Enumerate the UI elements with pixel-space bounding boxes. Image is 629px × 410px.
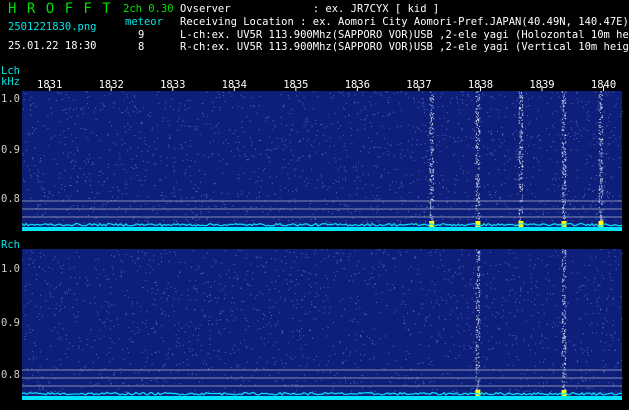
- x-tick-label-0: 1831: [37, 79, 62, 91]
- x-tick-label-4: 1835: [283, 79, 308, 91]
- x-tick-label-5: 1836: [345, 79, 370, 91]
- x-tick-label-7: 1838: [468, 79, 493, 91]
- x-tick-label-9: 1840: [591, 79, 616, 91]
- spectrogram-canvas: 1831 1832 1833 1834 1835 1836 1837 1838 1839 1840…: [1, 79, 624, 400]
- rch-y-tick-2: 0.8: [1, 369, 20, 381]
- rch-baseline-fill: [22, 396, 622, 400]
- x-tick-label-6: 1837: [406, 79, 431, 91]
- x-tick-label-1: 1832: [99, 79, 124, 91]
- lch-panel-bg: [22, 91, 622, 231]
- rch-panel-bg: [22, 249, 622, 400]
- rch-y-tick-0: 1.0: [1, 263, 20, 275]
- lch-baseline-fill: [22, 227, 622, 231]
- rch-y-tick-1: 0.9: [1, 317, 20, 329]
- lch-y-tick-1: 0.9: [1, 144, 20, 156]
- x-tick-label-8: 1839: [529, 79, 554, 91]
- lch-y-tick-2: 0.8: [1, 193, 20, 205]
- x-tick-label-3: 1834: [222, 79, 247, 91]
- x-tick-label-2: 1833: [160, 79, 185, 91]
- lch-y-tick-0: 1.0: [1, 93, 20, 105]
